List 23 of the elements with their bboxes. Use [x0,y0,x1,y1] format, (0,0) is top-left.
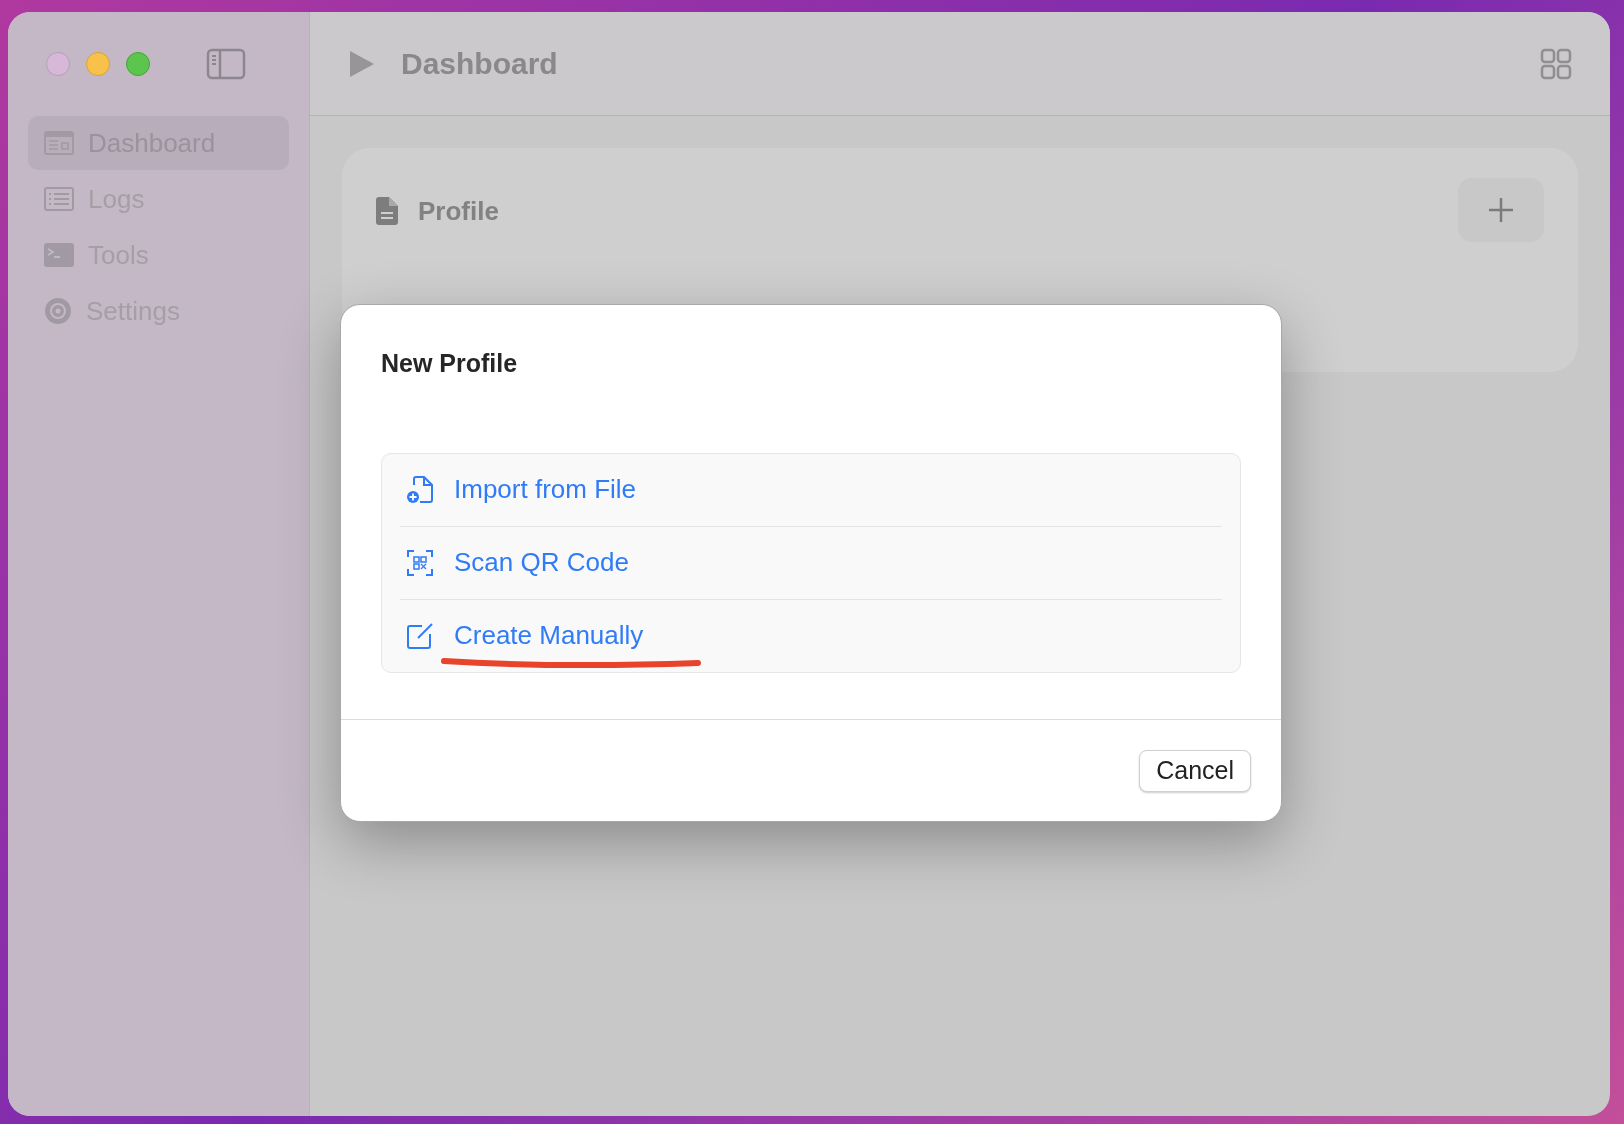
option-item[interactable]: Scan QR Code [400,543,629,582]
document-icon [376,197,398,225]
card-title: Profile [418,194,499,228]
cancel-button[interactable]: Cancel [1139,749,1251,792]
dashboard-icon [44,131,74,155]
option-item[interactable]: Create Manually [400,616,644,655]
grid-icon[interactable] [1540,47,1572,80]
file-add-icon [406,474,434,505]
dialog-title: New Profile [381,348,519,379]
option-item[interactable]: Import from File [400,470,637,509]
plus-icon [1487,196,1515,224]
edit-icon [406,621,434,650]
qr-scan-icon [406,548,434,577]
window-title: Dashboard [401,46,558,82]
gear-icon [44,297,72,325]
list-icon [44,187,74,211]
add-button[interactable] [1458,178,1544,242]
play-icon[interactable] [348,48,376,79]
sidebar-toggle-icon[interactable] [206,48,246,80]
minimize-button[interactable] [86,52,110,76]
terminal-icon [44,243,74,267]
close-button[interactable] [46,52,70,76]
zoom-button[interactable] [126,52,150,76]
